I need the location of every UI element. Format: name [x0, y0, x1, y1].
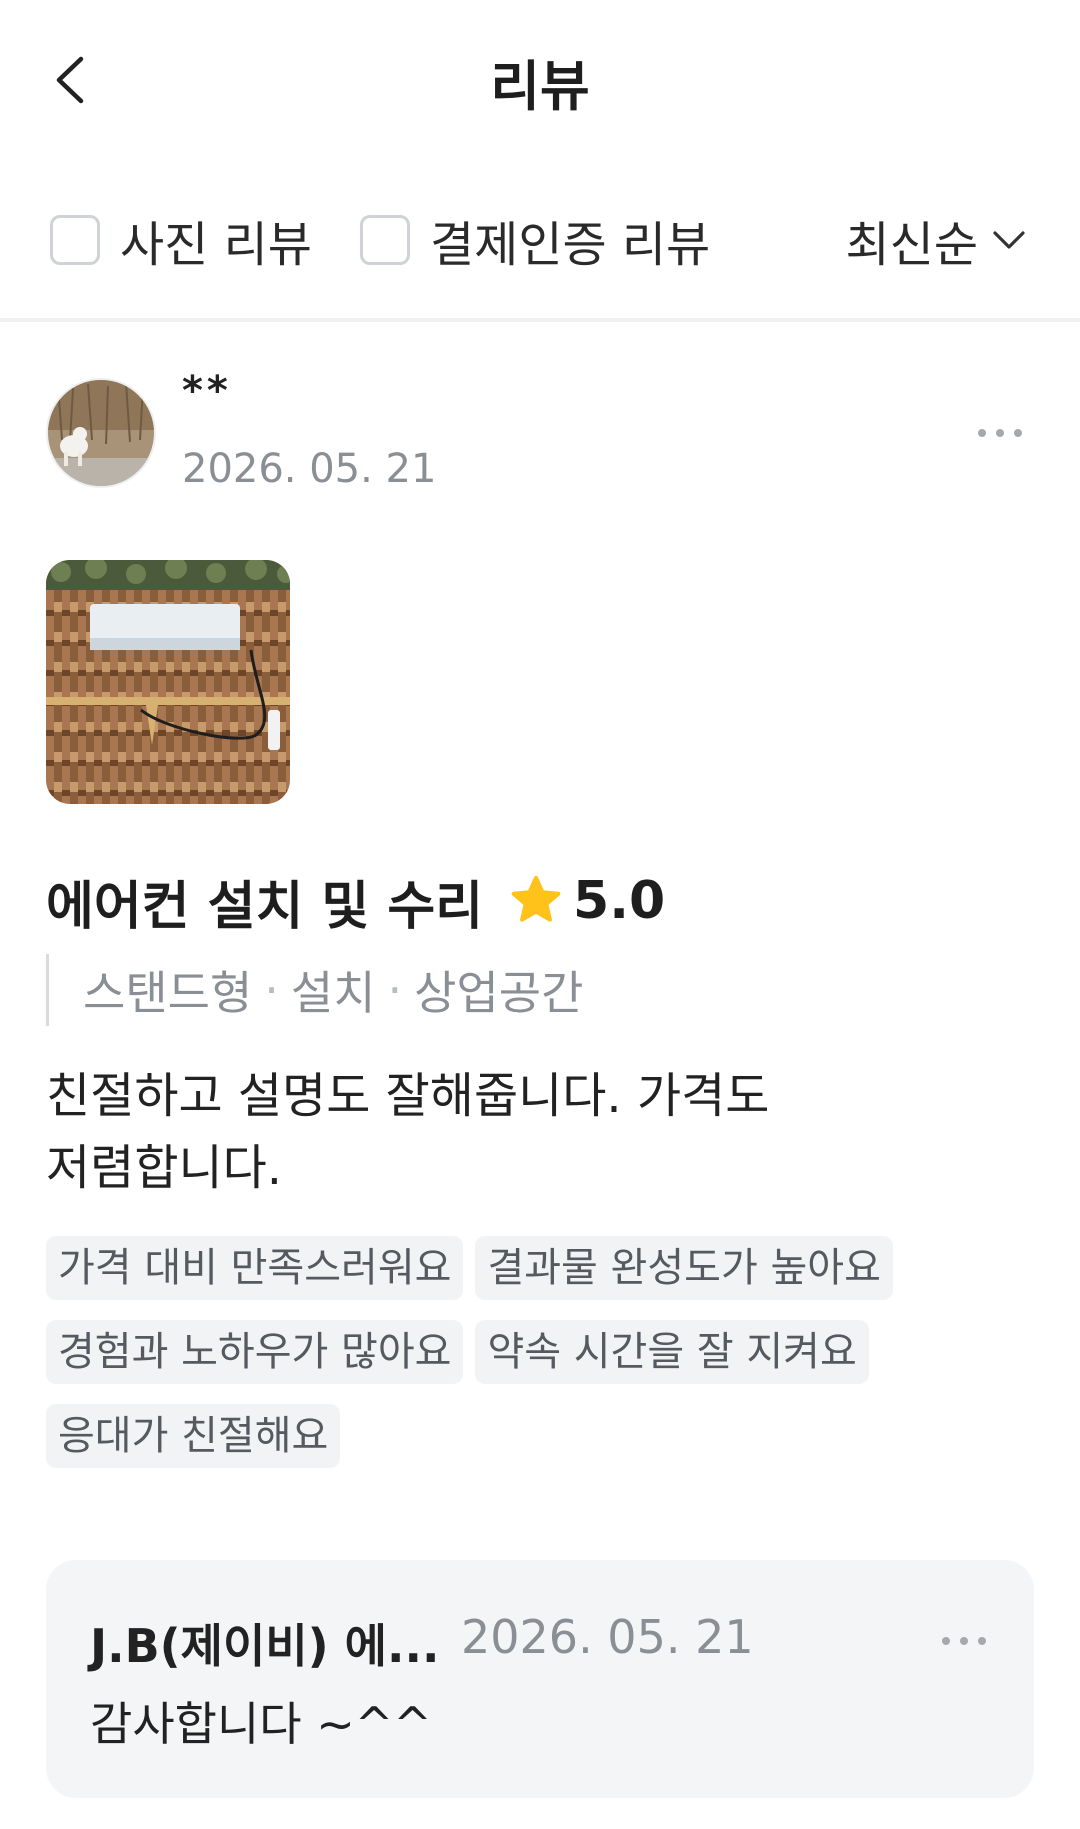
more-icon	[978, 429, 1022, 437]
sort-label: 최신순	[845, 217, 978, 273]
option-separator: ·	[387, 963, 403, 1017]
payment-review-checkbox[interactable]	[360, 215, 410, 265]
page-title: 리뷰	[490, 55, 590, 118]
review-tag: 가격 대비 만족스러워요	[46, 1236, 464, 1300]
service-title: 에어컨 설치 및 수리	[46, 876, 484, 937]
review-more-button[interactable]	[970, 418, 1030, 448]
option-space: 상업공간	[414, 966, 584, 1020]
review-tags: 가격 대비 만족스러워요 결과물 완성도가 높아요 경험과 노하우가 많아요 약…	[46, 1236, 1026, 1468]
filter-bar: 사진 리뷰 결제인증 리뷰 최신순	[0, 200, 1080, 280]
sort-dropdown[interactable]: 최신순	[846, 200, 1026, 280]
reply-text: 감사합니다 ~^^	[90, 1697, 432, 1751]
reply-box: J.B(제이비) 에... 2026. 05. 21 감사합니다 ~^^	[46, 1560, 1034, 1798]
option-separator: ·	[264, 963, 279, 1017]
rating-value: 5.0	[573, 871, 666, 931]
review-text: 친절하고 설명도 잘해줍니다. 가격도 저렴합니다.	[46, 1060, 1006, 1204]
review-text-line: 친절하고 설명도 잘해줍니다. 가격도	[46, 1068, 770, 1124]
review-text-line: 저렴합니다.	[46, 1140, 283, 1196]
review-date: 2026. 05. 21	[182, 446, 437, 492]
reply-date: 2026. 05. 21	[461, 1610, 754, 1664]
review-tag: 경험과 노하우가 많아요	[46, 1320, 464, 1384]
service-options: 스탠드형 · 설치 · 상업공간	[46, 954, 583, 1026]
option-service: 설치	[290, 966, 376, 1020]
star-icon	[511, 875, 561, 922]
chevron-down-icon	[993, 231, 1025, 249]
divider	[0, 318, 1080, 322]
avatar[interactable]	[46, 378, 156, 488]
service-row: 에어컨 설치 및 수리 5.0	[46, 866, 666, 937]
option-type: 스탠드형	[83, 966, 253, 1020]
photo-review-checkbox[interactable]	[50, 215, 100, 265]
photo-review-filter[interactable]: 사진 리뷰	[50, 200, 312, 280]
review-photo[interactable]	[46, 560, 290, 804]
air-conditioner-photo	[46, 560, 290, 804]
reply-more-button[interactable]	[934, 1626, 994, 1656]
photo-review-label: 사진 리뷰	[120, 217, 312, 273]
user-name: **	[182, 368, 232, 414]
review-tag: 약속 시간을 잘 지켜요	[475, 1320, 869, 1384]
payment-review-filter[interactable]: 결제인증 리뷰	[360, 200, 710, 280]
more-icon	[942, 1637, 986, 1645]
header: 리뷰	[0, 0, 1080, 160]
review-tag: 결과물 완성도가 높아요	[475, 1236, 893, 1300]
review-tag: 응대가 친절해요	[46, 1404, 341, 1468]
payment-review-label: 결제인증 리뷰	[430, 217, 711, 273]
avatar-image	[48, 380, 154, 486]
reply-author: J.B(제이비) 에...	[90, 1619, 440, 1673]
